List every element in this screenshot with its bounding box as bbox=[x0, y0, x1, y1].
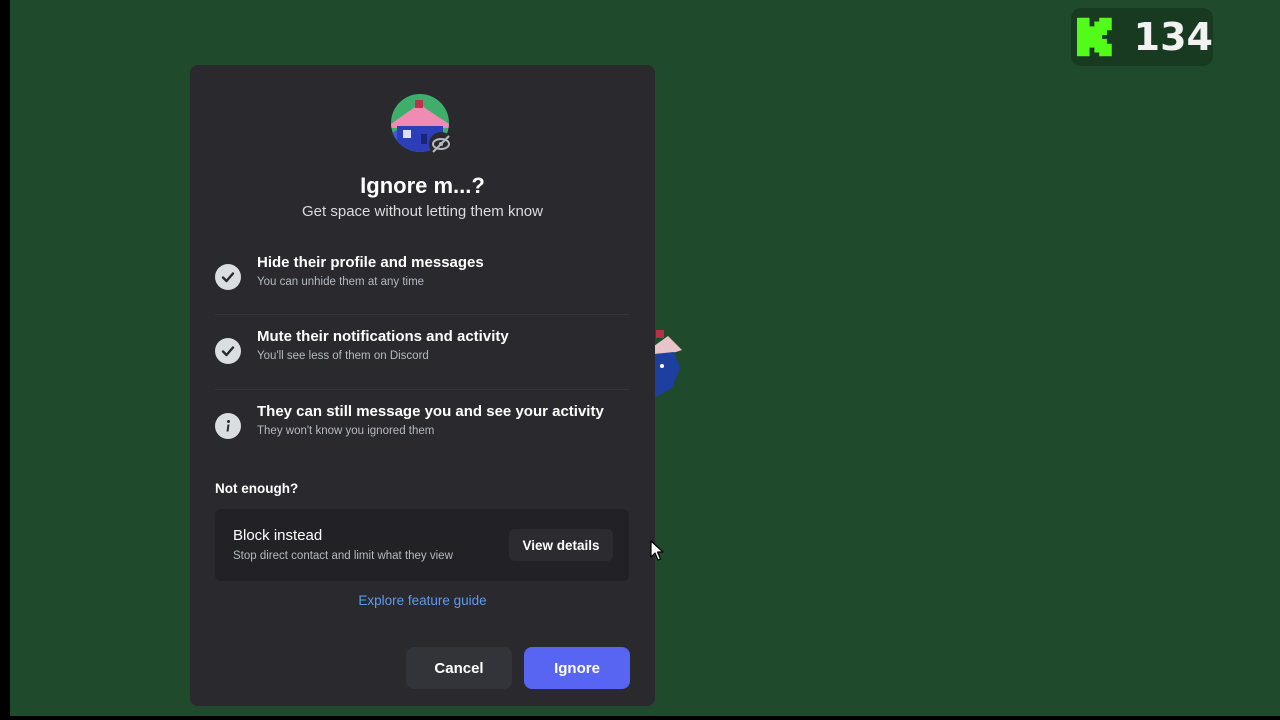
modal-title: Ignore m...? bbox=[360, 173, 485, 198]
not-enough-heading: Not enough? bbox=[215, 481, 299, 496]
divider bbox=[215, 314, 629, 315]
info-circle-icon bbox=[215, 413, 241, 439]
feature-title: Hide their profile and messages bbox=[257, 254, 484, 271]
ignore-user-modal: Ignore m...? Get space without letting t… bbox=[190, 65, 655, 706]
mouse-cursor-icon bbox=[650, 540, 664, 561]
background-avatar-icon bbox=[654, 330, 682, 398]
ignore-button[interactable]: Ignore bbox=[524, 647, 630, 689]
modal-subtitle: Get space without letting them know bbox=[302, 203, 543, 220]
feature-description: They won't know you ignored them bbox=[257, 425, 435, 437]
check-circle-icon bbox=[215, 338, 241, 364]
check-circle-icon bbox=[215, 264, 241, 290]
block-instead-card: Block instead Stop direct contact and li… bbox=[215, 509, 629, 581]
viewer-count-badge: 134 bbox=[1071, 8, 1213, 66]
feature-title: Mute their notifications and activity bbox=[257, 328, 509, 345]
divider bbox=[215, 389, 629, 390]
feature-mute-notifications: Mute their notifications and activity Yo… bbox=[215, 328, 629, 394]
kick-logo-icon bbox=[1077, 17, 1112, 57]
block-description: Stop direct contact and limit what they … bbox=[233, 550, 453, 562]
explore-feature-guide-link[interactable]: Explore feature guide bbox=[190, 593, 655, 608]
feature-description: You'll see less of them on Discord bbox=[257, 350, 429, 362]
house-avatar-with-eye-slash-icon bbox=[391, 94, 453, 156]
cancel-button[interactable]: Cancel bbox=[406, 647, 512, 689]
viewer-count: 134 bbox=[1133, 15, 1213, 59]
view-details-button[interactable]: View details bbox=[509, 529, 613, 561]
feature-description: You can unhide them at any time bbox=[257, 276, 425, 288]
feature-title: They can still message you and see your … bbox=[257, 403, 604, 420]
block-title: Block instead bbox=[233, 527, 323, 544]
feature-hide-profile: Hide their profile and messages You can … bbox=[215, 254, 629, 320]
feature-still-message: They can still message you and see your … bbox=[215, 403, 629, 469]
